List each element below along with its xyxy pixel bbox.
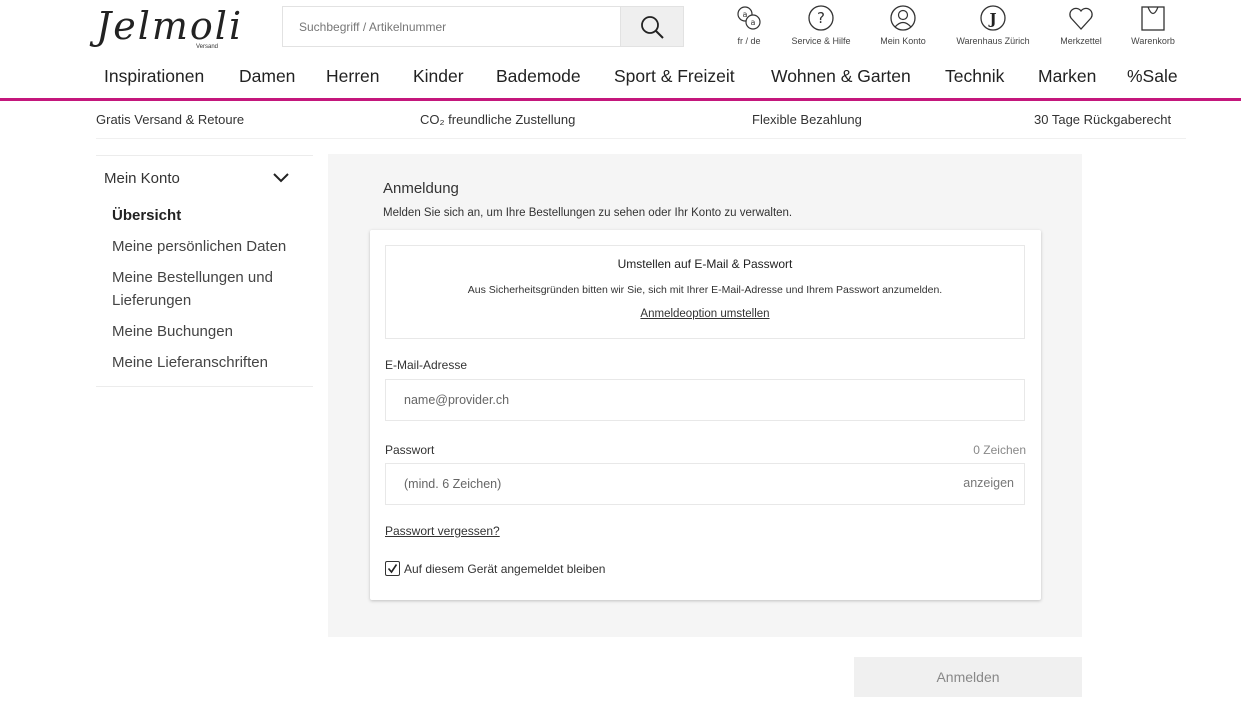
forgot-password-link[interactable]: Passwort vergessen? xyxy=(385,524,500,538)
chevron-down-icon xyxy=(273,173,289,183)
usp-payment: Flexible Bezahlung xyxy=(752,112,862,127)
store-link[interactable]: J Warenhaus Zürich xyxy=(948,4,1038,46)
logo-text: Jelmoli xyxy=(96,4,244,48)
main-navigation: Inspirationen Damen Herren Kinder Bademo… xyxy=(104,66,1184,92)
nav-inspirationen[interactable]: Inspirationen xyxy=(104,66,204,87)
change-login-option-link[interactable]: Anmeldeoption umstellen xyxy=(640,308,769,320)
store-icon: J xyxy=(980,5,1006,31)
usp-return: 30 Tage Rückgaberecht xyxy=(1034,112,1172,127)
service-help-link[interactable]: ? Service & Hilfe xyxy=(776,4,866,46)
store-label: Warenhaus Zürich xyxy=(956,36,1030,46)
svg-text:J: J xyxy=(987,10,996,28)
usp-bar: Gratis Versand & Retoure CO₂ freundliche… xyxy=(0,112,1241,132)
password-field-box: anzeigen xyxy=(385,463,1025,505)
notice-text: Aus Sicherheitsgründen bitten wir Sie, s… xyxy=(467,284,943,296)
svg-text:?: ? xyxy=(817,9,825,27)
password-label: Passwort xyxy=(385,443,435,457)
nav-kinder[interactable]: Kinder xyxy=(413,66,464,87)
sidebar-item-addresses[interactable]: Meine Lieferanschriften xyxy=(96,347,313,378)
sidebar-item-overview[interactable]: Übersicht xyxy=(96,200,313,231)
search-button[interactable] xyxy=(620,7,683,46)
help-label: Service & Hilfe xyxy=(791,36,851,46)
cart-label: Warenkorb xyxy=(1131,36,1175,46)
notice-title: Umstellen auf E-Mail & Passwort xyxy=(617,257,793,271)
help-icon: ? xyxy=(808,5,834,31)
search-icon xyxy=(641,15,664,39)
nav-accent-line xyxy=(0,98,1241,101)
login-title: Anmeldung xyxy=(383,180,459,197)
show-password-toggle[interactable]: anzeigen xyxy=(963,476,1014,490)
my-account-link[interactable]: Mein Konto xyxy=(858,4,948,46)
language-label: fr / de xyxy=(737,36,761,46)
nav-bademode[interactable]: Bademode xyxy=(496,66,581,87)
nav-damen[interactable]: Damen xyxy=(239,66,295,87)
nav-wohnen-garten[interactable]: Wohnen & Garten xyxy=(771,66,911,87)
email-field[interactable] xyxy=(386,380,1024,420)
usp-divider xyxy=(96,138,1186,139)
login-subtitle: Melden Sie sich an, um Ihre Bestellungen… xyxy=(383,207,793,219)
login-card: Umstellen auf E-Mail & Passwort Aus Sich… xyxy=(370,230,1041,600)
remember-checkbox[interactable] xyxy=(385,561,400,576)
password-field[interactable] xyxy=(386,464,1024,504)
svg-text:a: a xyxy=(743,10,748,19)
usp-shipping: Gratis Versand & Retoure xyxy=(96,112,245,127)
nav-herren[interactable]: Herren xyxy=(326,66,380,87)
sidebar-title: Mein Konto xyxy=(104,169,180,187)
header-icons: a a fr / de ? Service & Hilfe Mein Konto… xyxy=(720,4,1190,50)
nav-sport-freizeit[interactable]: Sport & Freizeit xyxy=(614,66,735,87)
sidebar-header[interactable]: Mein Konto xyxy=(96,156,313,200)
search-input[interactable] xyxy=(283,7,620,46)
cart-link[interactable]: Warenkorb xyxy=(1108,4,1198,46)
password-char-count: 0 Zeichen xyxy=(973,443,1026,457)
search-bar xyxy=(282,6,684,47)
usp-co2: CO₂ freundliche Zustellung xyxy=(420,112,576,127)
bag-icon xyxy=(1141,6,1165,31)
wishlist-label: Merkzettel xyxy=(1060,36,1102,46)
heart-icon xyxy=(1069,7,1093,30)
jelmoli-logo[interactable]: Jelmoli Versand xyxy=(96,4,241,52)
login-button[interactable]: Anmelden xyxy=(854,657,1082,697)
sidebar-item-bookings[interactable]: Meine Buchungen xyxy=(96,316,313,347)
sidebar-item-orders[interactable]: Meine Bestellungen und Lieferungen xyxy=(96,262,313,316)
remember-me[interactable]: Auf diesem Gerät angemeldet bleiben xyxy=(385,561,605,576)
login-panel: Anmeldung Melden Sie sich an, um Ihre Be… xyxy=(328,154,1082,637)
remember-label: Auf diesem Gerät angemeldet bleiben xyxy=(404,561,606,576)
email-field-box xyxy=(385,379,1025,421)
email-label: E-Mail-Adresse xyxy=(385,358,468,372)
account-label: Mein Konto xyxy=(880,36,926,46)
nav-technik[interactable]: Technik xyxy=(945,66,1004,87)
account-icon xyxy=(890,5,916,31)
logo-subtitle: Versand xyxy=(196,44,219,50)
svg-text:a: a xyxy=(751,18,756,27)
login-notice: Umstellen auf E-Mail & Passwort Aus Sich… xyxy=(385,245,1025,339)
checkmark-icon xyxy=(387,564,398,574)
nav-marken[interactable]: Marken xyxy=(1038,66,1096,87)
nav-sale[interactable]: %Sale xyxy=(1127,66,1178,87)
account-sidebar: Mein Konto Übersicht Meine persönlichen … xyxy=(96,155,313,387)
language-icon: a a xyxy=(737,6,761,30)
sidebar-item-personal-data[interactable]: Meine persönlichen Daten xyxy=(96,231,313,262)
